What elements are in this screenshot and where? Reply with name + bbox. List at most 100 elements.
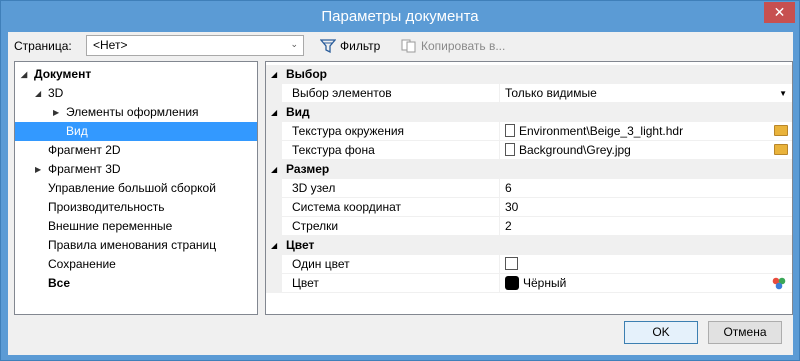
- chevron-down-icon: ⌄: [290, 39, 298, 49]
- property-value-cell[interactable]: Чёрный: [500, 274, 792, 293]
- color-swatch: [505, 276, 519, 290]
- ok-button[interactable]: OK: [624, 321, 698, 344]
- cancel-button[interactable]: Отмена: [708, 321, 782, 344]
- tree-item-design-elements[interactable]: ▶ Элементы оформления: [53, 103, 246, 122]
- selection-dropdown[interactable]: Только видимые ▼: [500, 84, 792, 103]
- property-value-cell[interactable]: Environment\Beige_3_light.hdr: [500, 122, 792, 141]
- tree-item-saving[interactable]: Сохранение: [48, 255, 248, 274]
- close-button[interactable]: ✕: [764, 2, 795, 23]
- tree-item-view[interactable]: Вид: [15, 122, 257, 141]
- tree-item-large-assembly[interactable]: Управление большой сборкой: [48, 179, 253, 198]
- property-row-coordinate-system[interactable]: Система координат 30: [266, 198, 792, 217]
- property-name: Текстура фона: [282, 141, 500, 160]
- row-gutter: [266, 141, 282, 160]
- property-value[interactable]: 6: [500, 179, 792, 198]
- category-color[interactable]: ◢ Цвет: [266, 236, 792, 255]
- category-view[interactable]: ◢ Вид: [266, 103, 792, 122]
- property-name: Система координат: [282, 198, 500, 217]
- category-selection[interactable]: ◢ Выбор: [266, 65, 792, 84]
- expand-arrow-icon[interactable]: ◢: [21, 65, 27, 84]
- tree-item-label: Элементы оформления: [66, 105, 199, 119]
- tree-item-all[interactable]: Все: [48, 274, 148, 293]
- filter-icon: [320, 39, 336, 53]
- filter-label: Фильтр: [340, 39, 381, 53]
- category-label: Размер: [286, 162, 330, 176]
- filter-button[interactable]: Фильтр: [320, 39, 380, 53]
- collapse-arrow-icon[interactable]: ◢: [271, 160, 277, 179]
- property-value-cell[interactable]: Background\Grey.jpg: [500, 141, 792, 160]
- property-name: 3D узел: [282, 179, 500, 198]
- tree-item-label: Вид: [66, 124, 88, 138]
- tree-item-label: Правила именования страниц: [48, 238, 217, 252]
- tree-item-3d[interactable]: ◢ 3D: [35, 84, 148, 103]
- toolbar: Страница: <Нет> ⌄ Фильтр Копировать в...: [8, 32, 793, 59]
- property-value: Background\Grey.jpg: [519, 143, 631, 157]
- category-label: Выбор: [286, 67, 327, 81]
- page-select-value: <Нет>: [93, 38, 128, 52]
- window-title: Параметры документа: [321, 8, 479, 25]
- property-name: Цвет: [282, 274, 500, 293]
- expand-arrow-icon[interactable]: ◢: [35, 84, 41, 103]
- property-name: Выбор элементов: [282, 84, 500, 103]
- property-value-cell[interactable]: [500, 255, 792, 274]
- tree-item-external-variables[interactable]: Внешние переменные: [48, 217, 248, 236]
- dialog-window: Параметры документа ✕ Страница: <Нет> ⌄ …: [0, 0, 800, 361]
- tree-item-label: Производительность: [48, 200, 165, 214]
- property-row-arrows[interactable]: Стрелки 2: [266, 217, 792, 236]
- row-gutter: [266, 274, 282, 293]
- tree-item-label: Внешние переменные: [48, 219, 173, 233]
- tree-item-label: 3D: [48, 86, 64, 100]
- row-gutter: [266, 122, 282, 141]
- copy-to-label: Копировать в...: [421, 39, 506, 53]
- file-icon: [505, 124, 515, 137]
- property-grid: ◢ Выбор Выбор элементов Только видимые ▼…: [265, 61, 793, 315]
- property-value: Чёрный: [523, 276, 567, 290]
- row-gutter: [266, 217, 282, 236]
- row-gutter: [266, 179, 282, 198]
- folder-open-icon[interactable]: [774, 144, 788, 155]
- property-value: Только видимые: [505, 86, 597, 100]
- row-gutter: [266, 255, 282, 274]
- category-label: Вид: [286, 105, 310, 119]
- row-gutter: [266, 84, 282, 103]
- tree-item-label: Сохранение: [48, 257, 116, 271]
- property-name: Текстура окружения: [282, 122, 500, 141]
- property-row-background-texture[interactable]: Текстура фона Background\Grey.jpg: [266, 141, 792, 160]
- palette-icon[interactable]: [772, 277, 786, 290]
- title-bar[interactable]: Параметры документа ✕: [1, 1, 799, 32]
- copy-icon: [401, 39, 416, 53]
- page-label: Страница:: [14, 39, 72, 53]
- tree-item-label: Все: [48, 276, 71, 290]
- dialog-body: Страница: <Нет> ⌄ Фильтр Копировать в...: [8, 32, 793, 355]
- expand-arrow-icon[interactable]: ▶: [53, 103, 59, 122]
- collapse-arrow-icon[interactable]: ◢: [271, 236, 277, 255]
- tree-item-page-naming[interactable]: Правила именования страниц: [48, 236, 253, 255]
- file-icon: [505, 143, 515, 156]
- tree-item-document[interactable]: ◢ Документ: [21, 65, 154, 84]
- property-row-3d-node[interactable]: 3D узел 6: [266, 179, 792, 198]
- category-label: Цвет: [286, 238, 315, 252]
- property-row-environment-texture[interactable]: Текстура окружения Environment\Beige_3_l…: [266, 122, 792, 141]
- property-row-selection[interactable]: Выбор элементов Только видимые ▼: [266, 84, 792, 103]
- dropdown-arrow-icon[interactable]: ▼: [779, 84, 787, 103]
- row-gutter: [266, 198, 282, 217]
- tree-item-label: Фрагмент 3D: [48, 162, 121, 176]
- settings-tree[interactable]: ◢ Документ ◢ 3D ▶ Элементы оформления Ви…: [14, 61, 258, 315]
- expand-arrow-icon[interactable]: ▶: [35, 160, 41, 179]
- tree-item-fragment-2d[interactable]: Фрагмент 2D: [48, 141, 198, 160]
- copy-to-button[interactable]: Копировать в...: [401, 39, 505, 53]
- single-color-checkbox[interactable]: [505, 257, 518, 270]
- collapse-arrow-icon[interactable]: ◢: [271, 103, 277, 122]
- category-size[interactable]: ◢ Размер: [266, 160, 792, 179]
- property-value[interactable]: 2: [500, 217, 792, 236]
- folder-open-icon[interactable]: [774, 125, 788, 136]
- property-value: Environment\Beige_3_light.hdr: [519, 124, 684, 138]
- tree-item-label: Управление большой сборкой: [48, 181, 216, 195]
- property-row-color[interactable]: Цвет Чёрный: [266, 274, 792, 293]
- property-value[interactable]: 30: [500, 198, 792, 217]
- page-select[interactable]: <Нет> ⌄: [86, 35, 304, 56]
- property-row-single-color[interactable]: Один цвет: [266, 255, 792, 274]
- tree-item-performance[interactable]: Производительность: [48, 198, 248, 217]
- tree-item-fragment-3d[interactable]: ▶ Фрагмент 3D: [35, 160, 198, 179]
- collapse-arrow-icon[interactable]: ◢: [271, 65, 277, 84]
